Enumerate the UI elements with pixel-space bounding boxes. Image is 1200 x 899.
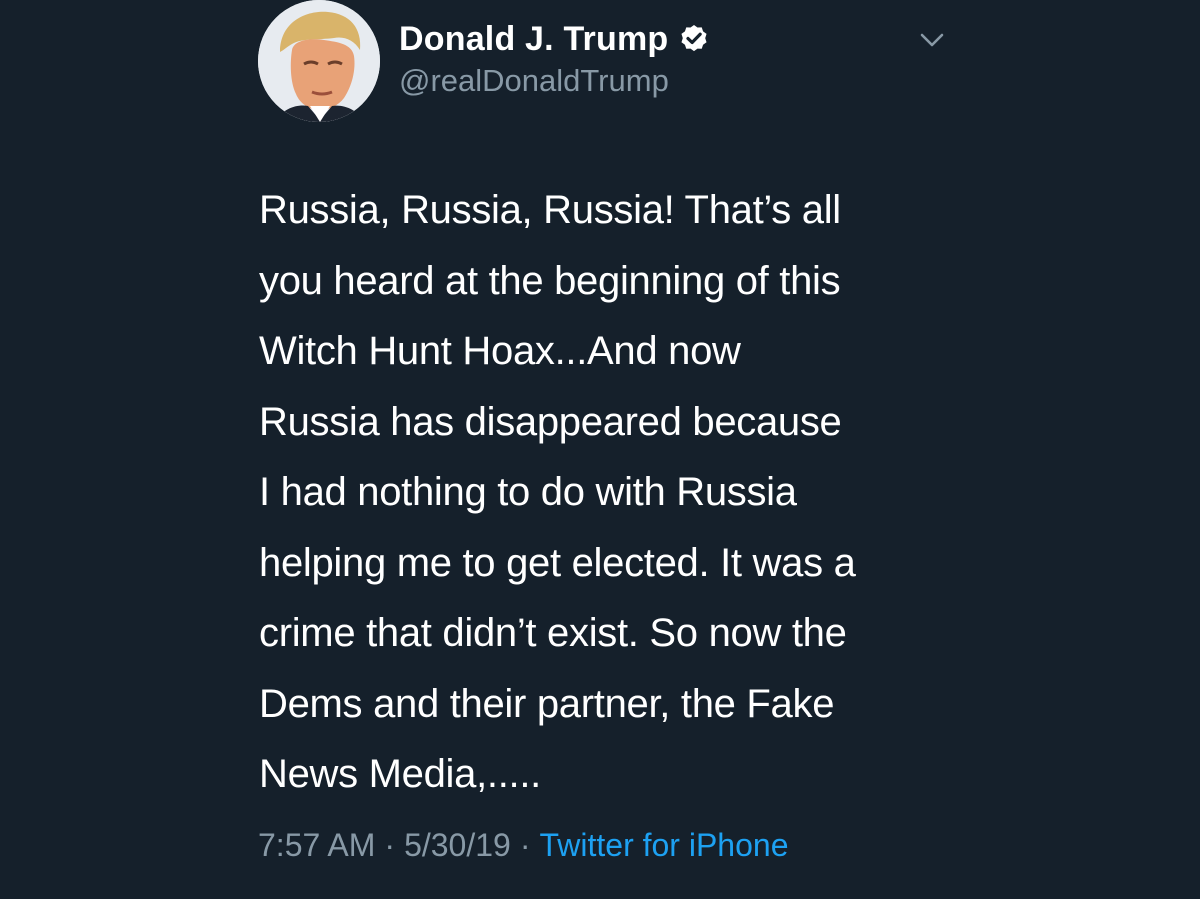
tweet-card: Donald J. Trump @realDonaldTrump Russia,…: [0, 0, 1200, 899]
author-name-row[interactable]: Donald J. Trump: [399, 18, 710, 60]
meta-separator: ·: [384, 827, 396, 863]
avatar[interactable]: [258, 0, 380, 122]
author-handle[interactable]: @realDonaldTrump: [399, 63, 669, 99]
tweet-text-line: helping me to get elected. It was a: [259, 540, 856, 585]
tweet-text-line: Dems and their partner, the Fake: [259, 681, 835, 726]
tweet-text-line: crime that didn’t exist. So now the: [259, 611, 847, 655]
tweet-text-line: you heard at the beginning of this: [259, 258, 841, 303]
tweet-time[interactable]: 7:57 AM: [258, 827, 375, 864]
verified-badge-icon: [681, 25, 707, 52]
tweet-date[interactable]: 5/30/19: [404, 827, 511, 864]
display-name[interactable]: Donald J. Trump: [399, 20, 668, 59]
tweet-text-line: Russia, Russia, Russia! That’s all: [259, 188, 841, 232]
tweet-text-line: Witch Hunt Hoax...And now: [259, 329, 741, 373]
tweet-text-line: I had nothing to do with Russia: [259, 470, 797, 514]
tweet-text-line: Russia has disappeared because: [259, 399, 842, 444]
chevron-down-icon[interactable]: [918, 30, 946, 50]
profile-photo-icon: [258, 0, 380, 122]
tweet-text-line: News Media,.....: [259, 752, 541, 796]
tweet-source-link[interactable]: Twitter for iPhone: [539, 827, 788, 864]
tweet-text: Russia, Russia, Russia! That’s all you h…: [259, 175, 999, 810]
meta-separator: ·: [519, 827, 531, 863]
tweet-meta: 7:57 AM · 5/30/19 · Twitter for iPhone: [258, 827, 788, 864]
